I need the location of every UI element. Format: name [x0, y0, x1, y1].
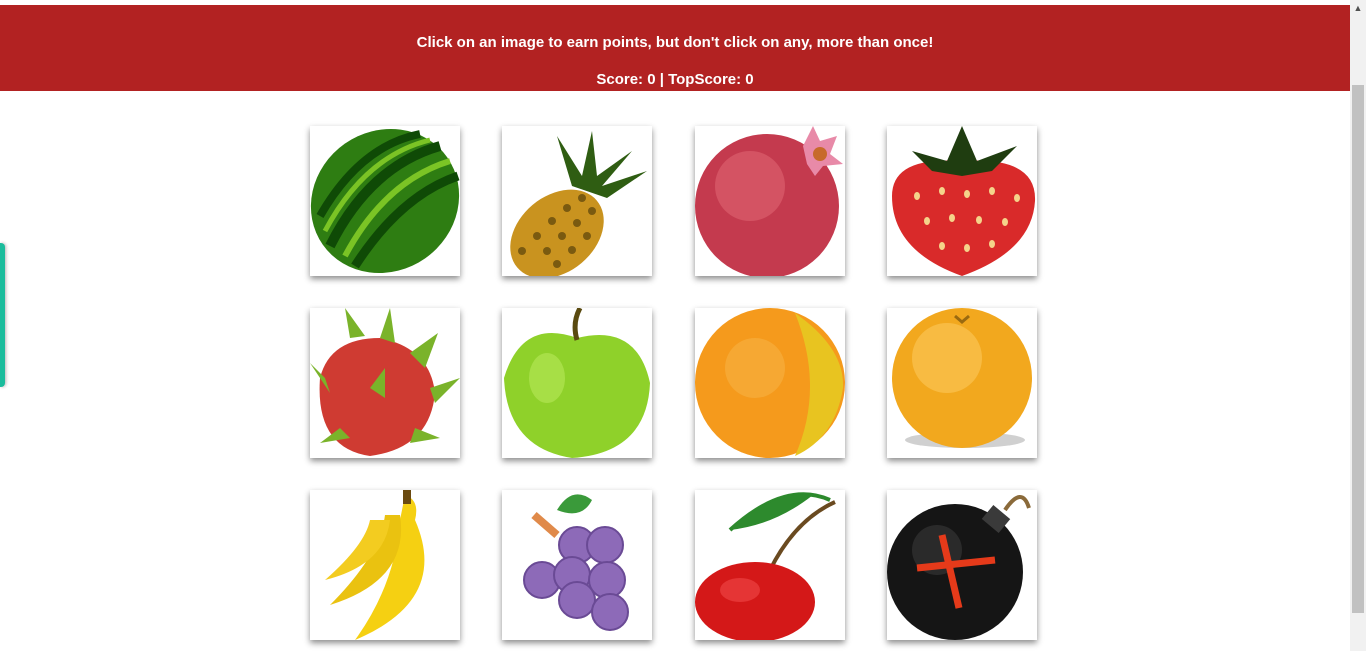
grapefruit-icon [892, 308, 1032, 448]
pomegranate-icon [695, 126, 843, 276]
card-strawberry[interactable] [887, 126, 1037, 276]
card-bomb[interactable] [887, 490, 1037, 640]
strawberry-icon [892, 126, 1036, 276]
card-banana[interactable] [310, 490, 460, 640]
bomb-icon [887, 495, 1031, 640]
image-grid [310, 126, 1040, 642]
card-watermelon[interactable] [310, 126, 460, 276]
side-feedback-tab[interactable] [0, 243, 5, 387]
instructions-text: Click on an image to earn points, but do… [416, 34, 934, 51]
vertical-scrollbar[interactable]: ▲ [1350, 0, 1366, 651]
scroll-thumb[interactable] [1352, 85, 1364, 613]
green-apple-icon [504, 308, 650, 458]
grapes-icon [523, 494, 629, 631]
card-cherry[interactable] [695, 490, 845, 640]
card-green-apple[interactable] [502, 308, 652, 458]
header-banner: Click on an image to earn points, but do… [0, 5, 1350, 91]
card-pomegranate[interactable] [695, 126, 845, 276]
orange-icon [695, 308, 845, 458]
card-grapes[interactable] [502, 490, 652, 640]
watermelon-icon [310, 128, 460, 274]
cherry-icon [695, 492, 836, 640]
card-grapefruit[interactable] [887, 308, 1037, 458]
card-orange[interactable] [695, 308, 845, 458]
banana-icon [325, 490, 425, 640]
pineapple-icon [510, 131, 647, 276]
card-pineapple[interactable] [502, 126, 652, 276]
scroll-up-icon[interactable]: ▲ [1350, 0, 1366, 17]
dragon-fruit-icon [310, 308, 460, 456]
score-display: Score: 0 | TopScore: 0 [596, 71, 754, 88]
card-dragon-fruit[interactable] [310, 308, 460, 458]
